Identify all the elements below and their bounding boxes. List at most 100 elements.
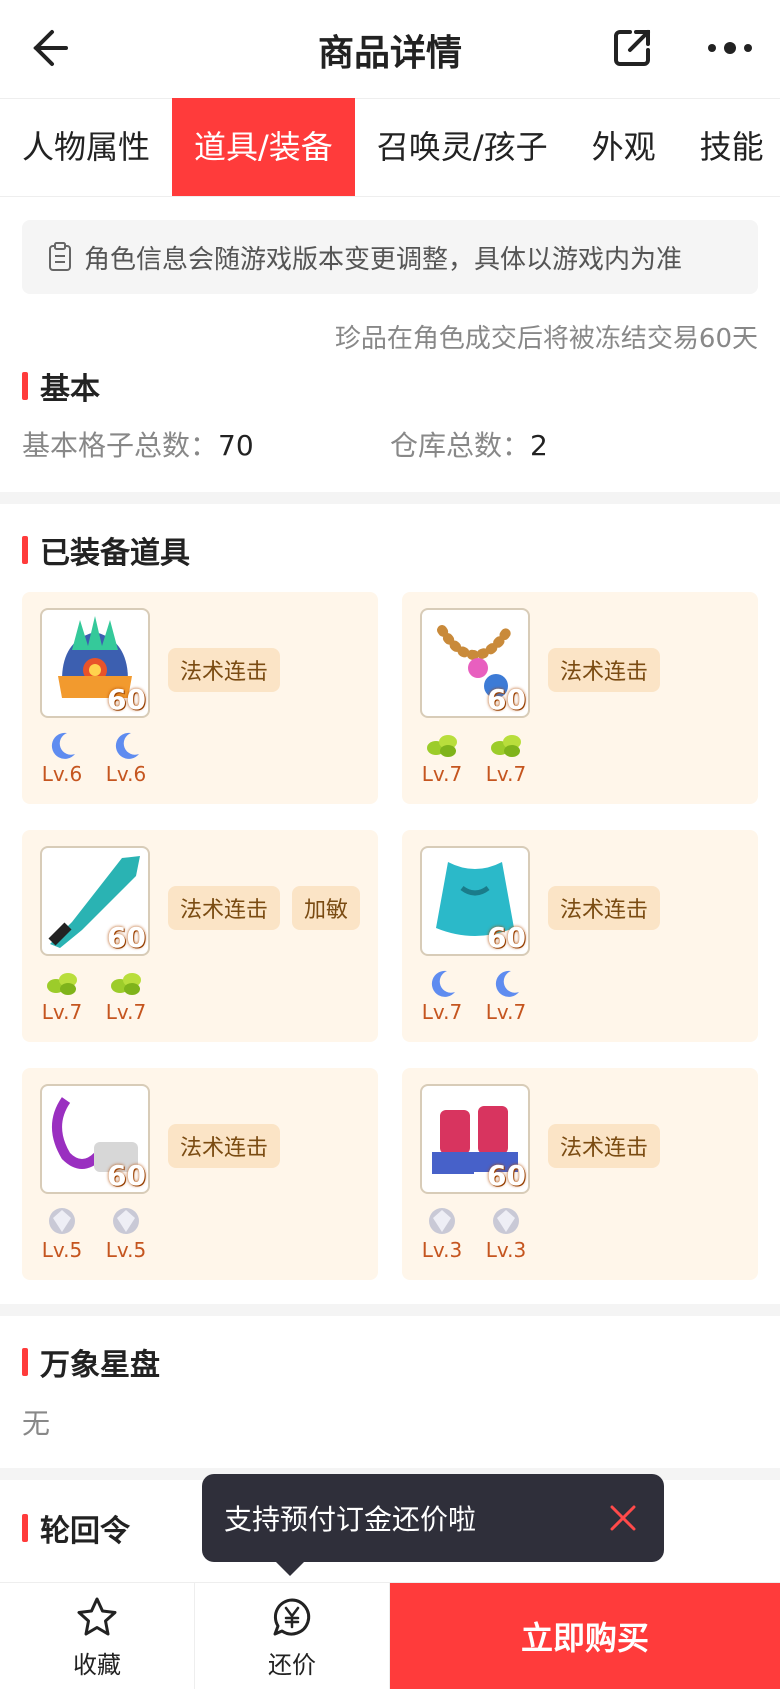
- gem-level: Lv.7: [485, 1000, 527, 1024]
- freeze-note: 珍品在角色成交后将被冻结交易60天: [334, 324, 758, 354]
- gem-slot: Lv.7: [420, 968, 464, 1024]
- clipboard-icon: [49, 242, 71, 271]
- buy-now-button[interactable]: 立即购买: [390, 1583, 780, 1689]
- favorite-label: 收藏: [73, 1651, 121, 1679]
- section-marker: [22, 1348, 28, 1376]
- section-marker: [22, 536, 28, 564]
- section-marker: [22, 372, 28, 400]
- gem-list: Lv.7 Lv.7: [420, 968, 528, 1024]
- attribute-tag: 法术连击: [168, 886, 281, 930]
- gem-list: Lv.5 Lv.5: [40, 1206, 148, 1262]
- equipment-card[interactable]: 60 法术连击 Lv.7 Lv.7: [402, 830, 758, 1042]
- info-notice: 角色信息会随游戏版本变更调整，具体以游戏内为准: [22, 220, 758, 294]
- yen-bubble-icon: [273, 1598, 311, 1636]
- gem-list: Lv.7 Lv.7: [420, 730, 528, 786]
- equipment-card[interactable]: 60 法术连击 Lv.6 Lv.6: [22, 592, 378, 804]
- gem-slot: Lv.7: [104, 968, 148, 1024]
- gem-level: Lv.5: [105, 1238, 147, 1262]
- tab-summons-children[interactable]: 召唤灵/孩子: [355, 98, 570, 196]
- moon-gem-icon: [45, 730, 79, 760]
- gem-list: Lv.6 Lv.6: [40, 730, 148, 786]
- attribute-tag: 法术连击: [548, 1124, 661, 1168]
- item-tags: 法术连击 加敏: [168, 886, 361, 930]
- diamond-gem-icon: [425, 1206, 459, 1236]
- gem-slot: Lv.6: [40, 730, 84, 786]
- gem-level: Lv.7: [485, 762, 527, 786]
- bargain-label: 还价: [268, 1651, 316, 1679]
- section-divider: [0, 1304, 780, 1316]
- equipment-card[interactable]: 60 法术连击 Lv.3 Lv.3: [402, 1068, 758, 1280]
- item-level: 60: [487, 921, 526, 954]
- toast-text: 支持预付订金还价啦: [224, 1503, 477, 1536]
- warehouse-total: 仓库总数：2: [390, 429, 548, 462]
- moon-gem-icon: [109, 730, 143, 760]
- section-title-reincarnation: 轮回令: [22, 1506, 130, 1550]
- item-tags: 法术连击: [548, 1124, 661, 1168]
- gem-level: Lv.6: [105, 762, 147, 786]
- green-gem-icon: [45, 968, 79, 998]
- gem-level: Lv.6: [41, 762, 83, 786]
- item-tags: 法术连击: [168, 1124, 281, 1168]
- gem-level: Lv.7: [421, 1000, 463, 1024]
- page-title: 商品详情: [317, 33, 462, 74]
- slots-total: 基本格子总数：70: [22, 429, 254, 462]
- section-title-equipped: 已装备道具: [22, 528, 190, 572]
- tab-skills[interactable]: 技能: [678, 98, 780, 196]
- attribute-tag: 法术连击: [548, 648, 661, 692]
- item-tags: 法术连击: [168, 648, 281, 692]
- gem-slot: Lv.5: [40, 1206, 84, 1262]
- belt-icon: 60: [40, 1084, 150, 1194]
- gem-level: Lv.5: [41, 1238, 83, 1262]
- favorite-button[interactable]: 收藏: [0, 1583, 195, 1689]
- equipment-card[interactable]: 60 法术连击 加敏 Lv.7 Lv.7: [22, 830, 378, 1042]
- toast-pointer: [276, 1562, 304, 1576]
- gem-slot: Lv.7: [420, 730, 464, 786]
- attribute-tag: 加敏: [292, 886, 361, 930]
- gem-slot: Lv.3: [484, 1206, 528, 1262]
- tab-appearance[interactable]: 外观: [570, 98, 678, 196]
- item-level: 60: [107, 921, 146, 954]
- bargain-button[interactable]: 还价: [195, 1583, 390, 1689]
- weapon-icon: 60: [40, 846, 150, 956]
- equipment-card[interactable]: 60 法术连击 Lv.7 Lv.7: [402, 592, 758, 804]
- tab-bar: 人物属性 道具/装备 召唤灵/孩子 外观 技能: [0, 98, 780, 197]
- close-icon[interactable]: [606, 1501, 640, 1535]
- item-level: 60: [487, 683, 526, 716]
- star-icon: [77, 1597, 117, 1636]
- diamond-gem-icon: [45, 1206, 79, 1236]
- top-bar: 商品详情: [0, 0, 780, 99]
- attribute-tag: 法术连击: [168, 1124, 281, 1168]
- gem-level: Lv.7: [421, 762, 463, 786]
- gem-slot: Lv.7: [484, 968, 528, 1024]
- notice-text: 角色信息会随游戏版本变更调整，具体以游戏内为准: [84, 244, 683, 275]
- green-gem-icon: [425, 730, 459, 760]
- helmet-icon: 60: [40, 608, 150, 718]
- gem-slot: Lv.7: [40, 968, 84, 1024]
- tab-character-attributes[interactable]: 人物属性: [0, 98, 172, 196]
- gem-slot: Lv.3: [420, 1206, 464, 1262]
- section-title-star-disk: 万象星盘: [22, 1340, 160, 1384]
- necklace-icon: 60: [420, 608, 530, 718]
- armor-icon: 60: [420, 846, 530, 956]
- diamond-gem-icon: [109, 1206, 143, 1236]
- diamond-gem-icon: [489, 1206, 523, 1236]
- bottom-action-bar: 收藏 还价 立即购买: [0, 1582, 780, 1689]
- attribute-tag: 法术连击: [548, 886, 661, 930]
- gem-level: Lv.7: [41, 1000, 83, 1024]
- gem-level: Lv.3: [485, 1238, 527, 1262]
- gem-level: Lv.3: [421, 1238, 463, 1262]
- bargain-toast: 支持预付订金还价啦: [202, 1474, 664, 1576]
- gem-slot: Lv.5: [104, 1206, 148, 1262]
- gem-level: Lv.7: [105, 1000, 147, 1024]
- boots-icon: 60: [420, 1084, 530, 1194]
- item-tags: 法术连击: [548, 648, 661, 692]
- tab-items-equipment[interactable]: 道具/装备: [172, 98, 355, 196]
- gem-list: Lv.7 Lv.7: [40, 968, 148, 1024]
- moon-gem-icon: [489, 968, 523, 998]
- green-gem-icon: [109, 968, 143, 998]
- item-level: 60: [107, 1159, 146, 1192]
- green-gem-icon: [489, 730, 523, 760]
- share-icon[interactable]: [608, 24, 656, 72]
- equipment-card[interactable]: 60 法术连击 Lv.5 Lv.5: [22, 1068, 378, 1280]
- more-options-icon[interactable]: [706, 24, 756, 72]
